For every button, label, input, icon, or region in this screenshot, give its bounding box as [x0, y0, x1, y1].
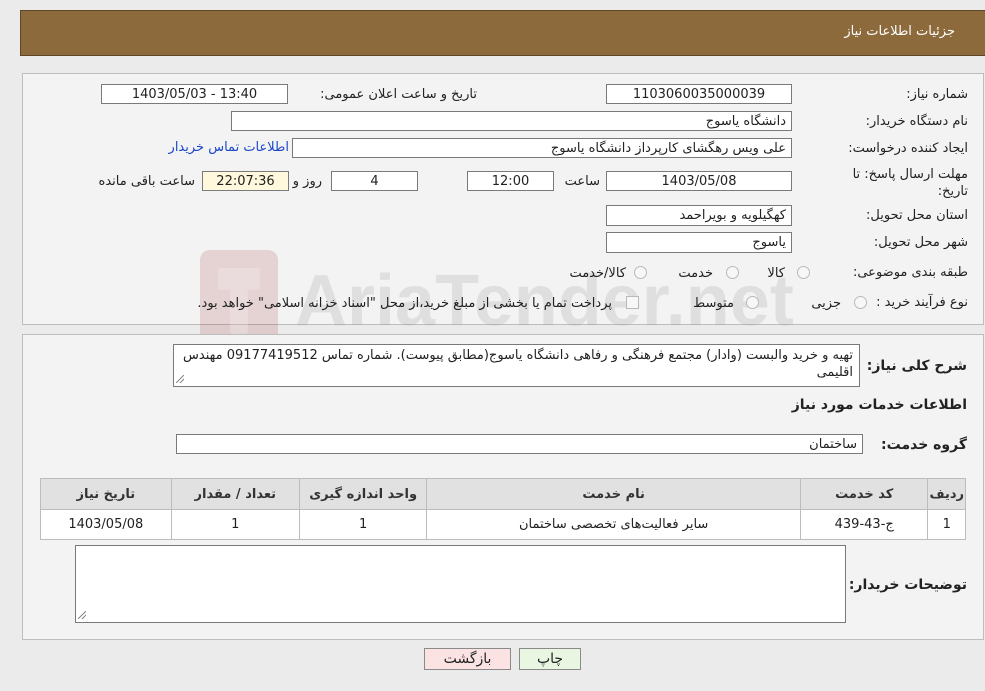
resize-grip-icon[interactable] — [176, 375, 184, 383]
print-button[interactable]: چاپ — [519, 648, 581, 670]
category-goods-radio[interactable] — [797, 266, 810, 279]
process-medium-radio[interactable] — [746, 296, 759, 309]
col-service-code: کد خدمت — [799, 478, 929, 510]
col-row-number: ردیف — [927, 478, 966, 510]
col-need-date: تاریخ نیاز — [40, 478, 172, 510]
category-goods-service-radio[interactable] — [634, 266, 647, 279]
resize-grip-icon[interactable] — [78, 611, 86, 619]
category-goods-service-label: کالا/خدمت — [569, 266, 626, 281]
deadline-time-field: 12:00 — [467, 171, 554, 191]
category-goods-label: کالا — [767, 266, 785, 281]
treasury-payment-note: پرداخت تمام یا بخشی از مبلغ خرید،از محل … — [197, 296, 612, 311]
days-label: روز و — [292, 174, 322, 189]
treasury-payment-checkbox[interactable] — [626, 296, 639, 309]
col-service-name: نام خدمت — [426, 478, 801, 510]
process-medium-label: متوسط — [693, 296, 734, 311]
creator-field: علی ویس رهگشای کارپرداز دانشگاه یاسوج — [292, 138, 792, 158]
category-service-radio[interactable] — [726, 266, 739, 279]
process-minor-radio[interactable] — [854, 296, 867, 309]
remaining-time-label: ساعت باقی مانده — [98, 174, 195, 189]
cell-row-number: 1 — [927, 509, 966, 540]
need-number-field: 1103060035000039 — [606, 84, 792, 104]
back-button[interactable]: بازگشت — [424, 648, 511, 670]
province-label: استان محل تحویل: — [866, 208, 968, 223]
category-service-label: خدمت — [678, 266, 713, 281]
buyer-contact-link[interactable]: اطلاعات تماس خریدار — [169, 140, 289, 155]
deadline-label: مهلت ارسال پاسخ: تا تاریخ: — [852, 167, 968, 199]
description-text: تهیه و خرید والبست (وادار) مجتمع فرهنگی … — [183, 348, 853, 380]
remaining-time-field: 22:07:36 — [202, 171, 289, 191]
description-label: شرح کلی نیاز: — [866, 358, 967, 374]
col-unit: واحد اندازه گیری — [298, 478, 428, 510]
col-quantity: تعداد / مقدار — [170, 478, 300, 510]
need-number-label: شماره نیاز: — [906, 87, 968, 102]
deadline-date-field: 1403/05/08 — [606, 171, 792, 191]
creator-label: ایجاد کننده درخواست: — [848, 141, 968, 156]
buyer-org-field: دانشگاه یاسوج — [231, 111, 792, 131]
cell-quantity: 1 — [170, 509, 300, 540]
services-table: ردیف کد خدمت نام خدمت واحد اندازه گیری ت… — [40, 478, 966, 540]
page-header: جزئیات اطلاعات نیاز — [20, 10, 985, 56]
page-title: جزئیات اطلاعات نیاز — [844, 24, 955, 39]
city-label: شهر محل تحویل: — [873, 235, 968, 250]
description-textarea[interactable]: تهیه و خرید والبست (وادار) مجتمع فرهنگی … — [173, 344, 860, 387]
cell-service-code: ج-43-439 — [799, 509, 929, 540]
deadline-time-label: ساعت — [564, 174, 600, 189]
days-field: 4 — [331, 171, 418, 191]
services-section-title: اطلاعات خدمات مورد نیاز — [791, 397, 967, 413]
buyer-org-label: نام دستگاه خریدار: — [865, 114, 968, 129]
cell-service-name: سایر فعالیت‌های تخصصی ساختمان — [426, 509, 801, 540]
cell-unit: 1 — [298, 509, 428, 540]
process-minor-label: جزیی — [811, 296, 841, 311]
service-group-label: گروه خدمت: — [881, 437, 967, 453]
city-field: یاسوج — [606, 232, 792, 253]
announce-date-label: تاریخ و ساعت اعلان عمومی: — [320, 87, 477, 102]
buyer-notes-label: توضیحات خریدار: — [848, 577, 967, 593]
buyer-notes-textarea[interactable] — [75, 545, 846, 623]
category-label: طبقه بندی موضوعی: — [852, 265, 968, 280]
table-header-row: ردیف کد خدمت نام خدمت واحد اندازه گیری ت… — [40, 478, 966, 510]
process-label: نوع فرآیند خرید : — [876, 295, 968, 310]
province-field: کهگیلویه و بویراحمد — [606, 205, 792, 226]
announce-date-field: 1403/05/03 - 13:40 — [101, 84, 288, 104]
cell-need-date: 1403/05/08 — [40, 509, 172, 540]
service-group-field: ساختمان — [176, 434, 863, 454]
table-row: 1 ج-43-439 سایر فعالیت‌های تخصصی ساختمان… — [40, 509, 966, 540]
